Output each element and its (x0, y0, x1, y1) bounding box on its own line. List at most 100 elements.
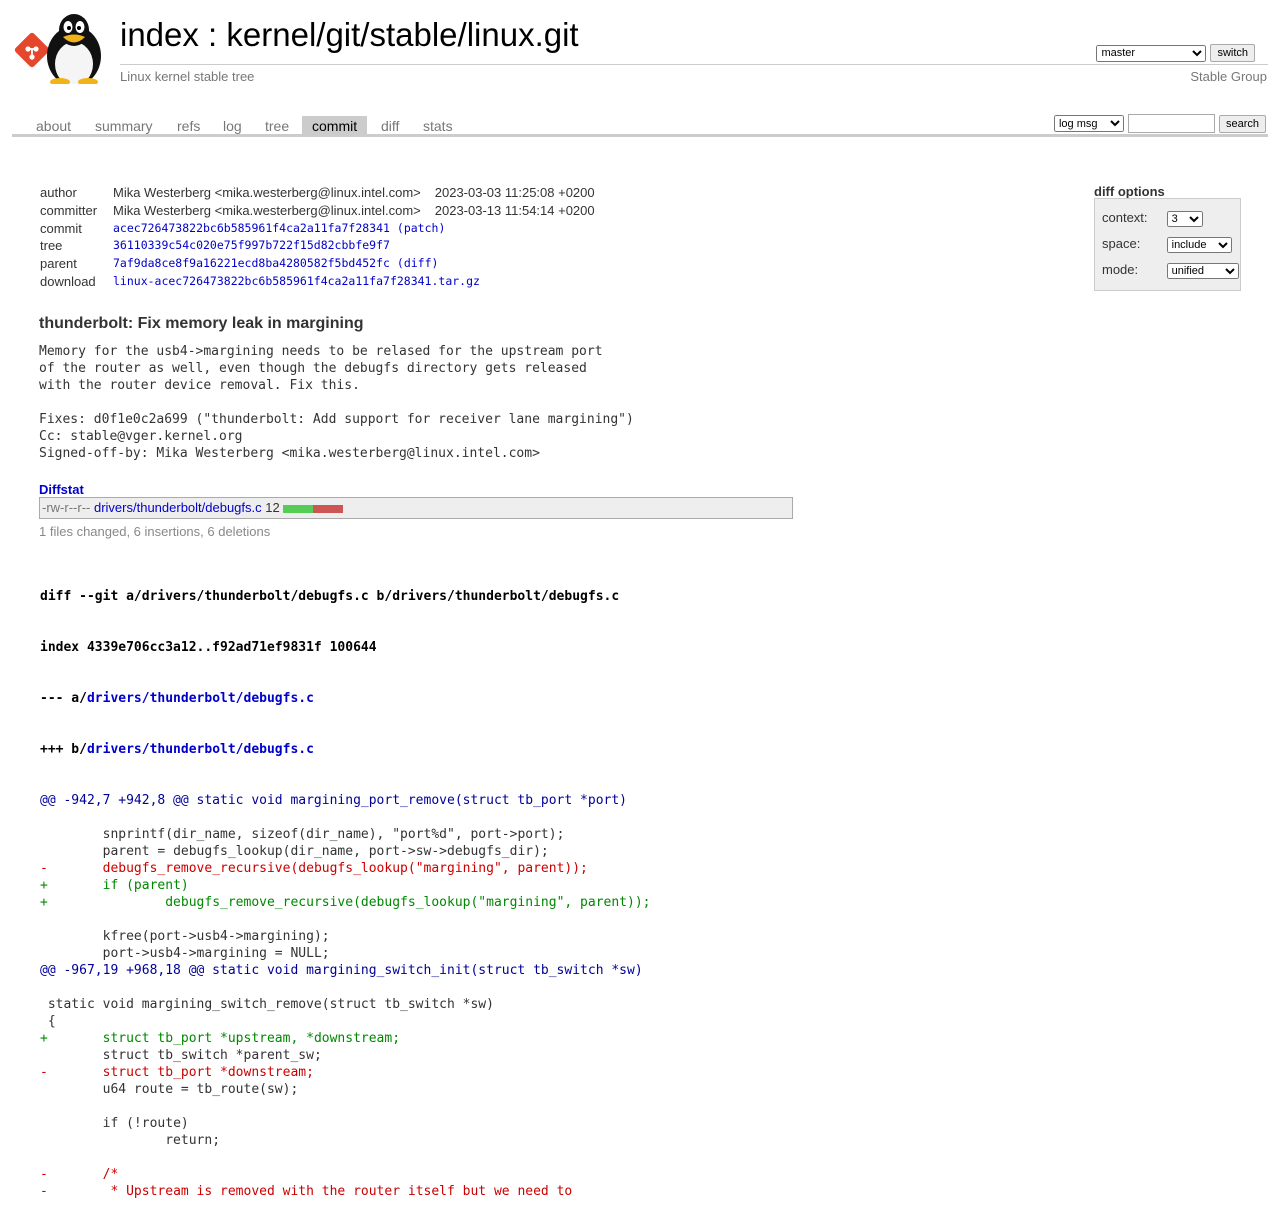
committer-date: 2023-03-13 11:54:14 +0200 (434, 203, 595, 219)
diffstat-link[interactable]: Diffstat (39, 482, 84, 497)
download-link[interactable]: linux-acec726473822bc6b585961f4ca2a11fa7… (113, 274, 480, 288)
tree-row: tree 36110339c54c020e75f997b722f15d82cbb… (40, 237, 595, 255)
commit-label: commit (40, 220, 82, 236)
committer-label: committer (40, 203, 98, 219)
diffstat-file-link[interactable]: drivers/thunderbolt/debugfs.c (94, 500, 262, 515)
diff-removed-line: - debugfs_remove_recursive(debugfs_looku… (40, 861, 588, 876)
diff-context-line: struct tb_switch *parent_sw; (40, 1048, 322, 1063)
diff-context-line: return; (40, 1133, 221, 1148)
diff-context-line (40, 1098, 651, 1115)
diff-header-line: diff --git a/drivers/thunderbolt/debugfs… (40, 589, 620, 604)
parent-row: parent 7af9da8ce8f9a16221ecd8ba4280582f5… (40, 255, 595, 273)
mode-label: mode: (1102, 262, 1139, 277)
search-input[interactable] (1127, 114, 1215, 133)
minus-prefix: --- a/ (40, 691, 87, 706)
diff-options-panel: context: 3 space: include mode: unified (1094, 198, 1241, 291)
tab-stats[interactable]: stats (413, 116, 463, 134)
commit-extra-wrap: (patch) (396, 220, 446, 235)
context-option: context: 3 (1102, 210, 1203, 227)
diff-context-line (40, 911, 651, 928)
mode-select[interactable]: unified (1166, 263, 1239, 279)
old-file-link[interactable]: drivers/thunderbolt/debugfs.c (87, 691, 314, 706)
download-value: linux-acec726473822bc6b585961f4ca2a11fa7… (113, 272, 595, 290)
commit-message-body: Memory for the usb4->margining needs to … (39, 344, 634, 461)
parent-value: 7af9da8ce8f9a16221ecd8ba4280582f5bd452fc… (113, 255, 595, 273)
parent-hash-link[interactable]: 7af9da8ce8f9a16221ecd8ba4280582f5bd452fc (113, 256, 390, 270)
diff-minus-line: --- a/drivers/thunderbolt/debugfs.c (40, 690, 651, 707)
space-select[interactable]: include (1166, 237, 1232, 253)
branch-switcher: master switch (1096, 44, 1255, 62)
diff-context-line: parent = debugfs_lookup(dir_name, port->… (40, 844, 549, 859)
search-button[interactable]: search (1218, 114, 1266, 133)
space-label: space: (1102, 236, 1141, 251)
diff-context-line: if (!route) (40, 1116, 189, 1131)
committer-value: Mika Westerberg <mika.westerberg@linux.i… (113, 203, 421, 219)
diff-context-line: port->usb4->margining = NULL; (40, 946, 330, 961)
commit-row: commit acec726473822bc6b585961f4ca2a11fa… (40, 219, 595, 237)
diff-context-line: { (40, 1014, 56, 1029)
commit-subject: thunderbolt: Fix memory leak in marginin… (39, 315, 364, 332)
patch-link[interactable]: patch (404, 221, 439, 235)
search-form: log msg search (1053, 114, 1266, 133)
diff-hunk-header: @@ -967,19 +968,18 @@ static void margin… (40, 963, 643, 978)
tab-log[interactable]: log (213, 116, 252, 134)
git-tux-logo-icon (14, 14, 101, 86)
committer-row: committer Mika Westerberg <mika.westerbe… (40, 202, 595, 220)
diff-removed-line: - /* (40, 1167, 119, 1182)
tab-summary[interactable]: summary (85, 116, 163, 134)
deletions-bar (313, 504, 344, 513)
parent-extra-wrap: (diff) (396, 256, 439, 271)
diff-removed-line: - struct tb_port *downstream; (40, 1065, 314, 1080)
switch-button[interactable]: switch (1210, 44, 1255, 62)
diffstat-table: -rw-r--r-- drivers/thunderbolt/debugfs.c… (39, 497, 793, 519)
diff-lines: @@ -942,7 +942,8 @@ static void marginin… (40, 792, 651, 1200)
diff-context-line (40, 1149, 651, 1166)
diff-context-line (40, 809, 651, 826)
parent-diff-link[interactable]: diff (404, 256, 432, 270)
download-label: download (40, 273, 96, 289)
mode-option: mode: unified (1102, 262, 1239, 279)
tree-value: 36110339c54c020e75f997b722f15d82cbbfe9f7 (113, 237, 595, 255)
context-select[interactable]: 3 (1166, 211, 1203, 227)
author-value: Mika Westerberg <mika.westerberg@linux.i… (113, 185, 421, 201)
diff-context-line: kfree(port->usb4->margining); (40, 929, 330, 944)
page-title[interactable]: index : kernel/git/stable/linux.git (120, 16, 579, 54)
diff-view: diff --git a/drivers/thunderbolt/debugfs… (40, 554, 651, 1217)
diff-added-line: + debugfs_remove_recursive(debugfs_looku… (40, 895, 651, 910)
diffstat-changes: 12 (265, 500, 280, 515)
diff-index-line: index 4339e706cc3a12..f92ad71ef9831f 100… (40, 640, 377, 655)
author-label: author (40, 185, 77, 201)
tab-refs[interactable]: refs (167, 116, 210, 134)
author-row: author Mika Westerberg <mika.westerberg@… (40, 184, 595, 202)
insertions-bar (283, 504, 314, 513)
file-mode: -rw-r--r-- (42, 500, 91, 515)
diff-context-line: static void margining_switch_remove(stru… (40, 997, 494, 1012)
branch-select[interactable]: master (1096, 44, 1207, 62)
repo-owner: Stable Group (1190, 69, 1267, 84)
download-row: download linux-acec726473822bc6b585961f4… (40, 272, 595, 290)
tab-commit[interactable]: commit (302, 116, 368, 134)
diffstat-summary: 1 files changed, 6 insertions, 6 deletio… (39, 524, 271, 539)
author-date: 2023-03-03 11:25:08 +0200 (434, 185, 595, 201)
tab-diff[interactable]: diff (371, 116, 409, 134)
commit-hash-link[interactable]: acec726473822bc6b585961f4ca2a11fa7f28341 (113, 221, 390, 235)
repo-description: Linux kernel stable tree (120, 69, 255, 84)
tab-tree[interactable]: tree (255, 116, 299, 134)
diff-context-line: u64 route = tb_route(sw); (40, 1082, 299, 1097)
tree-hash-link[interactable]: 36110339c54c020e75f997b722f15d82cbbfe9f7 (113, 238, 390, 252)
plus-prefix: +++ b/ (40, 742, 87, 757)
context-label: context: (1102, 210, 1148, 225)
tree-label: tree (40, 238, 63, 254)
tab-about[interactable]: about (26, 116, 81, 134)
space-option: space: include (1102, 236, 1232, 253)
cgit-logo[interactable] (14, 12, 110, 86)
new-file-link[interactable]: drivers/thunderbolt/debugfs.c (87, 742, 314, 757)
diff-removed-line: - * Upstream is removed with the router … (40, 1184, 573, 1199)
diff-context-line (40, 979, 651, 996)
diff-hunk-header: @@ -942,7 +942,8 @@ static void marginin… (40, 793, 627, 808)
header-divider (120, 64, 1268, 65)
diff-added-line: + struct tb_port *upstream, *downstream; (40, 1031, 401, 1046)
search-type-select[interactable]: log msg (1053, 115, 1124, 132)
parent-label: parent (40, 256, 77, 272)
diff-plus-line: +++ b/drivers/thunderbolt/debugfs.c (40, 741, 651, 758)
